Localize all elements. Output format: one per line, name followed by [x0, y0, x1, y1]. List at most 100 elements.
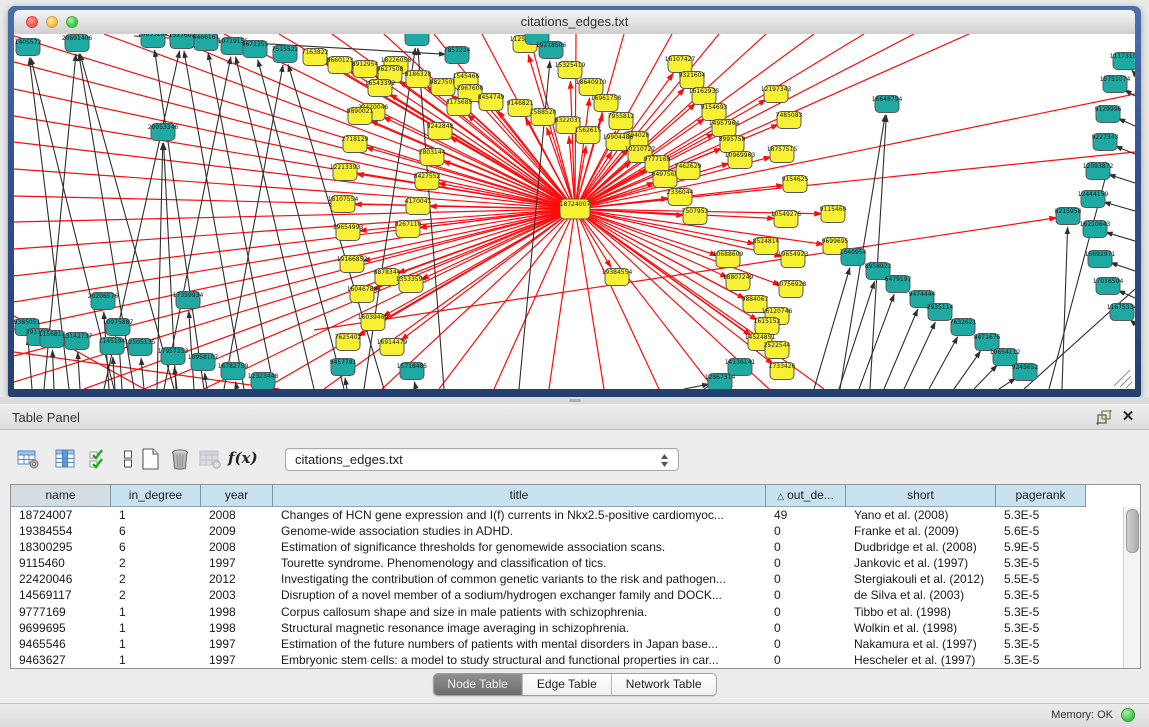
table-cell[interactable]: 1 — [111, 507, 201, 523]
table-cell[interactable]: Franke et al. (2009) — [846, 523, 996, 539]
table-cell[interactable]: 0 — [766, 604, 846, 620]
table-selector-dropdown[interactable]: citations_edges.txt — [285, 448, 679, 471]
table-cell[interactable]: 1998 — [201, 620, 273, 636]
table-row[interactable]: 946554611997Estimation of the future num… — [11, 636, 1140, 652]
table-cell[interactable]: Investigating the contribution of common… — [273, 571, 766, 587]
table-cell[interactable]: 1 — [111, 636, 201, 652]
table-cell[interactable]: 2012 — [201, 571, 273, 587]
table-cell[interactable]: 18724007 — [11, 507, 111, 523]
table-cell[interactable]: Embryonic stem cells: a model to study s… — [273, 652, 766, 668]
table-cell[interactable]: 2008 — [201, 507, 273, 523]
table-cell[interactable]: Corpus callosum shape and size in male p… — [273, 604, 766, 620]
table-cell[interactable]: 2 — [111, 571, 201, 587]
table-cell[interactable]: 5.3E-5 — [996, 555, 1086, 571]
select-columns-button[interactable] — [85, 445, 113, 473]
table-cell[interactable]: Tourette syndrome. Phenomenology and cla… — [273, 555, 766, 571]
canvas-resize-handle-icon[interactable] — [1114, 370, 1130, 386]
table-cell[interactable]: 2008 — [201, 539, 273, 555]
table-cell[interactable]: 0 — [766, 571, 846, 587]
tab-network-table[interactable]: Network Table — [611, 674, 716, 695]
table-row[interactable]: 1830029562008Estimation of significance … — [11, 539, 1140, 555]
table-cell[interactable]: 1997 — [201, 636, 273, 652]
table-cell[interactable]: 5.3E-5 — [996, 507, 1086, 523]
table-cell[interactable]: 5.6E-5 — [996, 523, 1086, 539]
panel-splitter[interactable] — [0, 397, 1149, 404]
table-cell[interactable]: Wolkin et al. (1998) — [846, 620, 996, 636]
table-cell[interactable]: 5.3E-5 — [996, 652, 1086, 668]
table-row[interactable]: 1872400712008Changes of HCN gene express… — [11, 507, 1140, 523]
table-settings-button[interactable] — [14, 445, 42, 473]
table-cell[interactable]: 2 — [111, 587, 201, 603]
function-builder-button[interactable]: f(x) — [228, 445, 256, 473]
table-row[interactable]: 1938455462009Genome-wide association stu… — [11, 523, 1140, 539]
table-cell[interactable]: 0 — [766, 636, 846, 652]
table-cell[interactable]: 1 — [111, 620, 201, 636]
table-cell[interactable]: 6 — [111, 523, 201, 539]
table-cell[interactable]: Changes of HCN gene expression and I(f) … — [273, 507, 766, 523]
table-cell[interactable]: 5.3E-5 — [996, 636, 1086, 652]
table-cell[interactable]: 1997 — [201, 652, 273, 668]
column-header-out-de-[interactable]: △out_de... — [766, 485, 846, 507]
table-cell[interactable]: 9465546 — [11, 636, 111, 652]
table-cell[interactable]: Stergiakouli et al. (2012) — [846, 571, 996, 587]
add-column-button[interactable] — [51, 445, 79, 473]
table-cell[interactable]: Estimation of significance thresholds fo… — [273, 539, 766, 555]
table-cell[interactable]: 0 — [766, 587, 846, 603]
table-cell[interactable]: 0 — [766, 652, 846, 668]
table-row[interactable]: 946362711997Embryonic stem cells: a mode… — [11, 652, 1140, 668]
column-header-pagerank[interactable]: pagerank — [996, 485, 1086, 507]
table-cell[interactable]: 6 — [111, 539, 201, 555]
table-cell[interactable]: Nakamura et al. (1997) — [846, 636, 996, 652]
citation-graph[interactable]: 1872400771638228660123891295418226058962… — [14, 34, 1135, 389]
table-cell[interactable]: Hescheler et al. (1997) — [846, 652, 996, 668]
table-cell[interactable]: 5.3E-5 — [996, 587, 1086, 603]
column-header-title[interactable]: title — [273, 485, 766, 507]
table-cell[interactable]: 0 — [766, 539, 846, 555]
table-cell[interactable]: 1 — [111, 604, 201, 620]
float-panel-icon[interactable] — [1095, 409, 1113, 426]
table-cell[interactable]: Jankovic et al. (1997) — [846, 555, 996, 571]
table-row[interactable]: 911546021997Tourette syndrome. Phenomeno… — [11, 555, 1140, 571]
table-cell[interactable]: 0 — [766, 620, 846, 636]
network-canvas[interactable]: 1872400771638228660123891295418226058962… — [14, 34, 1135, 389]
table-cell[interactable]: 49 — [766, 507, 846, 523]
table-cell[interactable]: 1997 — [201, 555, 273, 571]
table-cell[interactable]: 2009 — [201, 523, 273, 539]
column-header-year[interactable]: year — [201, 485, 273, 507]
table-row[interactable]: 969969511998Structural magnetic resonanc… — [11, 620, 1140, 636]
table-cell[interactable]: 5.5E-5 — [996, 571, 1086, 587]
table-cell[interactable]: 2 — [111, 555, 201, 571]
delete-trash-button[interactable] — [166, 445, 194, 473]
table-cell[interactable]: 1998 — [201, 604, 273, 620]
table-cell[interactable]: Yano et al. (2008) — [846, 507, 996, 523]
new-table-button[interactable] — [136, 445, 164, 473]
table-cell[interactable]: 0 — [766, 555, 846, 571]
table-row[interactable]: 2242004622012Investigating the contribut… — [11, 571, 1140, 587]
table-cell[interactable]: 9463627 — [11, 652, 111, 668]
table-cell[interactable]: 22420046 — [11, 571, 111, 587]
table-cell[interactable]: Disruption of a novel member of a sodium… — [273, 587, 766, 603]
table-cell[interactable]: 9777169 — [11, 604, 111, 620]
tab-node-table[interactable]: Node Table — [433, 674, 522, 695]
table-cell[interactable]: 1 — [111, 652, 201, 668]
table-cell[interactable]: 9115460 — [11, 555, 111, 571]
canvas-resize-handle-icon[interactable] — [1126, 382, 1132, 388]
table-cell[interactable]: Structural magnetic resonance image aver… — [273, 620, 766, 636]
scrollbar-thumb[interactable] — [1126, 509, 1139, 553]
table-cell[interactable]: 18300295 — [11, 539, 111, 555]
column-header-in-degree[interactable]: in_degree — [111, 485, 201, 507]
column-header-name[interactable]: name — [11, 485, 111, 507]
table-cell[interactable]: 5.3E-5 — [996, 604, 1086, 620]
table-row[interactable]: 977716911998Corpus callosum shape and si… — [11, 604, 1140, 620]
table-cell[interactable]: Estimation of the future numbers of pati… — [273, 636, 766, 652]
table-cell[interactable]: Dudbridge et al. (2008) — [846, 539, 996, 555]
table-cell[interactable]: 5.9E-5 — [996, 539, 1086, 555]
table-cell[interactable]: Tibbo et al. (1998) — [846, 604, 996, 620]
table-row[interactable]: 1456911722003Disruption of a novel membe… — [11, 587, 1140, 603]
table-cell[interactable]: de Silva et al. (2003) — [846, 587, 996, 603]
table-cell[interactable]: 0 — [766, 523, 846, 539]
table-cell[interactable]: 14569117 — [11, 587, 111, 603]
table-cell[interactable]: Genome-wide association studies in ADHD. — [273, 523, 766, 539]
close-panel-icon[interactable]: ✕ — [1119, 409, 1137, 426]
table-cell[interactable]: 5.3E-5 — [996, 620, 1086, 636]
